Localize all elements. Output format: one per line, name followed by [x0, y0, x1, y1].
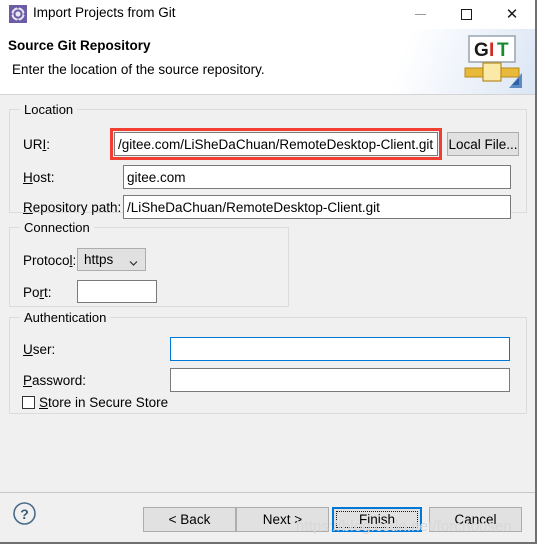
location-group-legend: Location [20, 102, 78, 117]
password-input[interactable] [170, 368, 510, 392]
maximize-icon[interactable] [443, 0, 489, 29]
wizard-header: Source Git Repository Enter the location… [0, 29, 535, 95]
dialog-body: Location URI: /gitee.com/LiSheDaChuan/Re… [0, 95, 535, 492]
user-input[interactable] [170, 337, 510, 361]
connection-group: Connection Protocol: https Port: [9, 220, 289, 307]
password-label: Password: [23, 373, 87, 388]
repository-path-input[interactable]: /LiSheDaChuan/RemoteDesktop-Client.git [123, 195, 511, 219]
dialog-window: Import Projects from Git ✕ Source Git Re… [0, 0, 537, 544]
user-label: User: [23, 342, 56, 357]
chevron-down-icon [129, 255, 138, 266]
authentication-group: Authentication User: Password: Store in … [9, 310, 527, 414]
help-icon[interactable]: ? [12, 501, 37, 526]
cancel-button-label: Cancel [454, 512, 497, 527]
store-in-secure-store-checkbox[interactable]: Store in Secure Store [22, 395, 168, 410]
protocol-selected-value: https [84, 252, 114, 267]
location-group: Location URI: /gitee.com/LiSheDaChuan/Re… [9, 102, 527, 219]
close-icon[interactable]: ✕ [489, 0, 535, 29]
checkbox-box-icon [22, 396, 35, 409]
title-bar: Import Projects from Git ✕ [0, 0, 535, 29]
host-label: Host: [23, 170, 55, 185]
git-logo-icon: G I T [461, 35, 523, 91]
svg-text:?: ? [20, 506, 29, 522]
dialog-button-bar: ? < Back Next > Finish Cancel [0, 492, 535, 542]
back-button-label: < Back [168, 512, 211, 527]
page-description: Enter the location of the source reposit… [12, 62, 265, 77]
local-file-button[interactable]: Local File... [447, 132, 519, 156]
svg-text:T: T [497, 40, 509, 61]
authentication-group-legend: Authentication [20, 310, 111, 325]
repository-path-label: Repository path: [23, 200, 122, 215]
page-title: Source Git Repository [8, 38, 151, 53]
minimize-icon[interactable] [397, 0, 443, 29]
cancel-button[interactable]: Cancel [429, 507, 522, 532]
finish-button-label: Finish [358, 512, 395, 527]
uri-input[interactable]: /gitee.com/LiSheDaChuan/RemoteDesktop-Cl… [114, 132, 438, 156]
store-in-secure-store-label: Store in Secure Store [39, 395, 169, 410]
svg-text:I: I [489, 40, 494, 61]
port-input[interactable] [77, 280, 157, 303]
back-button[interactable]: < Back [143, 507, 236, 532]
svg-text:G: G [474, 40, 489, 61]
connection-group-legend: Connection [20, 220, 94, 235]
protocol-label: Protocol: [23, 253, 77, 268]
host-input[interactable]: gitee.com [123, 165, 511, 189]
uri-label: URI: [23, 137, 51, 152]
next-button-label: Next > [262, 512, 303, 527]
window-title: Import Projects from Git [33, 5, 176, 20]
gear-icon [9, 5, 27, 23]
port-label: Port: [23, 285, 52, 300]
protocol-select[interactable]: https [77, 248, 146, 271]
next-button[interactable]: Next > [236, 507, 329, 532]
finish-button[interactable]: Finish [332, 507, 422, 532]
